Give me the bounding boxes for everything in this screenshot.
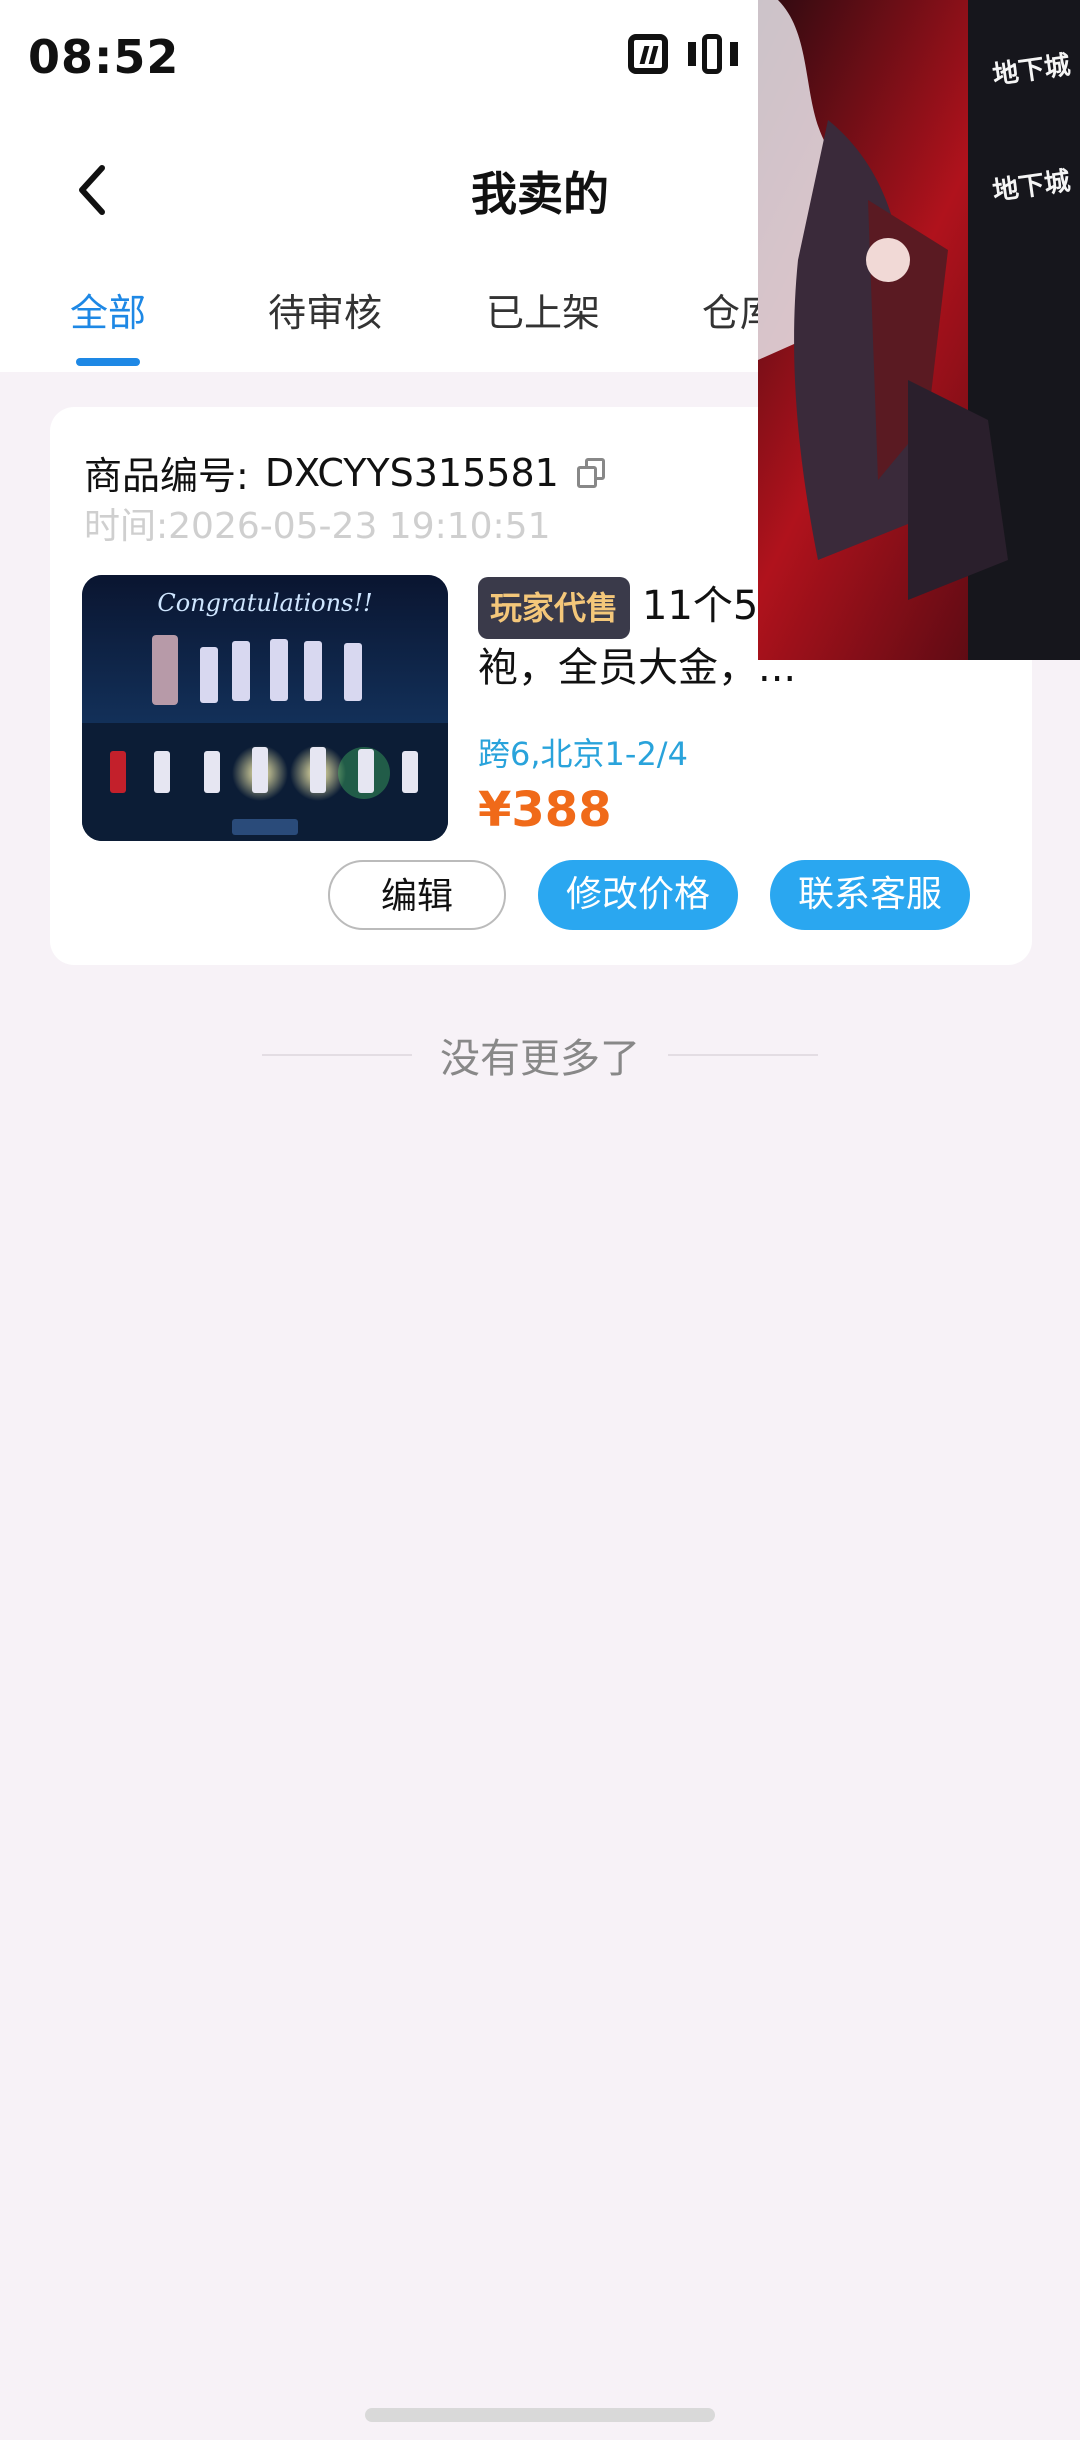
tab-pending-review[interactable]: 待审核 <box>268 282 382 337</box>
thumb-caption: Congratulations!! <box>157 589 372 617</box>
order-id-label: 商品编号: <box>84 454 249 498</box>
edit-button[interactable]: 编辑 <box>328 860 506 930</box>
no-more-indicator: 没有更多了 <box>0 1025 1080 1085</box>
game-screenshot-image: Congratulations!! <box>82 575 448 841</box>
order-id-value: DXCYYS315581 <box>264 450 559 495</box>
tab-listed[interactable]: 已上架 <box>486 282 600 337</box>
tab-all[interactable]: 全部 <box>70 282 146 337</box>
vibrate-icon <box>688 34 738 74</box>
status-icons <box>628 34 738 74</box>
floating-game-window[interactable]: 地下城 地下城 <box>758 0 1080 660</box>
player-consignment-badge: 玩家代售 <box>478 577 631 639</box>
order-id-row: 商品编号: DXCYYS315581 <box>84 445 605 500</box>
copy-icon[interactable] <box>576 457 605 488</box>
game-artwork-image: 地下城 地下城 <box>758 0 1080 660</box>
item-price: ¥388 <box>478 782 612 838</box>
status-time: 08:52 <box>28 30 180 84</box>
change-price-button[interactable]: 修改价格 <box>538 860 738 930</box>
home-indicator[interactable] <box>365 2408 715 2422</box>
item-thumbnail[interactable]: Congratulations!! <box>82 575 448 841</box>
active-tab-indicator <box>76 358 140 366</box>
divider-left <box>262 1054 412 1056</box>
divider-right <box>668 1054 818 1056</box>
no-more-text: 没有更多了 <box>440 1036 640 1082</box>
nfc-icon <box>628 34 668 74</box>
order-time: 时间:2026-05-23 19:10:51 <box>84 506 551 547</box>
contact-service-button[interactable]: 联系客服 <box>770 860 970 930</box>
item-server: 跨6,北京1-2/4 <box>478 735 688 773</box>
